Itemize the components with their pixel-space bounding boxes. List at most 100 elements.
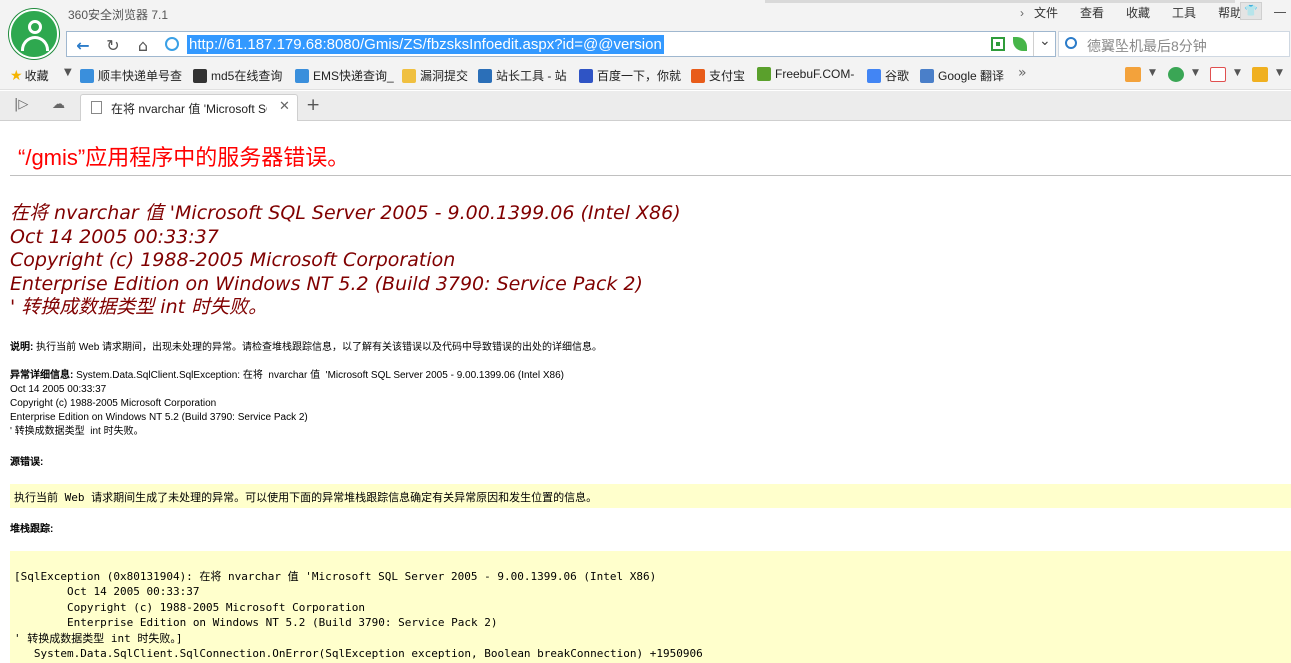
leaf-icon[interactable] [1013,37,1027,51]
source-error-label: 源错误: [10,457,44,468]
bookmark-item[interactable]: FreebuF.COM- [757,67,854,81]
bookmark-label: 支付宝 [709,69,746,83]
bookmark-item[interactable]: 支付宝 [691,67,745,84]
sidebar-toggle-icon[interactable]: |▷ [14,97,28,112]
shield-icon [691,68,705,83]
stack-trace-heading: 堆栈跟踪: [10,523,53,537]
stack-trace-text: [SqlException (0x80131904): 在将 nvarchar … [14,570,703,661]
star-icon: ★ [10,67,23,83]
favorites-label: 收藏 [24,69,49,83]
logo-head [28,20,42,34]
more-bookmarks-icon[interactable]: » [1018,65,1027,81]
globe-icon [165,37,179,51]
bookmark-label: EMS快递查询_ [313,69,394,83]
divider [10,175,1291,176]
description-section: 说明: 执行当前 Web 请求期间，出现未处理的异常。请检查堆栈跟踪信息，以了解… [10,341,602,355]
source-error-heading: 源错误: [10,456,43,470]
home-icon[interactable]: ⌂ [129,35,157,57]
tab-active[interactable]: 在将 nvarchar 值 'Microsoft SQL Server 2005… [80,94,298,121]
menu-item-favorites[interactable]: 收藏 [1126,4,1150,21]
screenshot-dropdown-icon[interactable]: ▼ [1276,68,1283,78]
stack-trace-label: 堆栈跟踪: [10,524,54,535]
navigation-bar: ← ↻ ⌂ http://61.187.179.68:8080/Gmis/ZS/… [0,28,1291,60]
source-error-box: 执行当前 Web 请求期间生成了未处理的异常。可以使用下面的异常堆栈跟踪信息确定… [10,484,1291,508]
page-title: “/gmis”应用程序中的服务器错误。 [18,145,350,170]
apps-icon[interactable] [1125,67,1141,82]
bookmarks-bar: ★ 收藏 ▼ 顺丰快递单号查 md5在线查询 EMS快递查询_ 漏洞提交 站长工… [0,60,1291,90]
menu-item-tools[interactable]: 工具 [1172,4,1196,21]
address-bar[interactable]: ← ↻ ⌂ http://61.187.179.68:8080/Gmis/ZS/… [66,31,1056,57]
chart-icon [478,68,492,83]
search-input[interactable]: 德翼坠机最后8分钟 [1087,36,1207,56]
page-content: “/gmis”应用程序中的服务器错误。 在将 nvarchar 值 'Micro… [0,122,1291,663]
bookmark-item[interactable]: md5在线查询 [193,67,282,84]
grid-icon [193,68,207,83]
bookmark-label: 谷歌 [885,69,910,83]
menu-bar: › 文件 查看 收藏 工具 帮助 [1020,4,1264,21]
bookmark-label: Google 翻译 [938,69,1005,83]
bookmark-label: 顺丰快递单号查 [98,69,183,83]
skin-icon[interactable]: 👕 [1240,2,1262,20]
document-icon [91,101,102,114]
back-icon[interactable]: ← [69,35,97,57]
reload-icon[interactable]: ↻ [99,35,127,57]
description-text: 执行当前 Web 请求期间，出现未处理的异常。请检查堆栈跟踪信息，以了解有关该错… [33,342,603,353]
exception-details: 异常详细信息: System.Data.SqlClient.SqlExcepti… [10,369,564,439]
chevron-down-icon[interactable]: ⌄ [1039,33,1051,49]
bookmark-item[interactable]: EMS快递查询_ [295,67,394,84]
baidu-paw-icon [579,68,593,83]
ie-icon [295,68,309,83]
translate-icon [920,68,934,83]
ie-icon [80,68,94,83]
bookmark-item[interactable]: 漏洞提交 [402,67,468,84]
bookmark-item[interactable]: Google 翻译 [920,67,1004,84]
apps-dropdown-icon[interactable]: ▼ [1149,68,1156,78]
google-icon [867,68,881,83]
screenshot-icon[interactable] [1252,67,1268,82]
title-bar: 360安全浏览器 7.1 › 文件 查看 收藏 工具 帮助 👕 [0,0,1291,28]
tab-label: 在将 nvarchar 值 'Microsoft SQL Server 2005 [111,102,267,116]
bookmark-label: md5在线查询 [211,69,283,83]
menu-item-view[interactable]: 查看 [1080,4,1104,21]
bookmark-label: 漏洞提交 [420,69,469,83]
app-title: 360安全浏览器 7.1 [68,8,169,22]
browser-window: 360安全浏览器 7.1 › 文件 查看 收藏 工具 帮助 👕 ← ↻ ⌂ ht… [0,0,1291,663]
logo-shoulders [21,36,49,51]
error-message: 在将 nvarchar 值 'Microsoft SQL Server 2005… [10,202,681,318]
stack-trace-box: [SqlException (0x80131904): 在将 nvarchar … [10,551,1291,663]
chevron-right-icon[interactable]: › [1020,6,1024,20]
bookmark-item[interactable]: 顺丰快递单号查 [80,67,182,84]
translate-dropdown-icon[interactable]: ▼ [1234,68,1241,78]
search-box[interactable]: 德翼坠机最后8分钟 [1058,31,1290,57]
bookmark-label: 站长工具 - 站 [496,69,567,83]
security-dropdown-icon[interactable]: ▼ [1192,68,1199,78]
favorites-button[interactable]: ★ 收藏 [10,67,49,84]
bookmark-item[interactable]: 站长工具 - 站 [478,67,567,84]
freebuf-icon [757,67,771,81]
bookmark-item[interactable]: 百度一下，你就 [579,67,681,84]
bookmark-label: 百度一下，你就 [597,69,682,83]
exception-label: 异常详细信息: [10,370,74,381]
bookmark-item[interactable]: 谷歌 [867,67,909,84]
search-icon[interactable] [1065,37,1077,49]
folder-icon [402,68,416,83]
browser-logo-icon[interactable] [9,9,59,59]
translate-tool-icon[interactable] [1210,67,1226,82]
menu-item-file[interactable]: 文件 [1034,4,1058,21]
menu-item-help[interactable]: 帮助 [1218,4,1242,21]
source-error-text: 执行当前 Web 请求期间生成了未处理的异常。可以使用下面的异常堆栈跟踪信息确定… [14,491,598,504]
exception-text: System.Data.SqlClient.SqlException: 在将 n… [10,370,564,437]
qr-code-icon[interactable] [991,37,1005,51]
description-label: 说明: [10,342,34,353]
cloud-icon[interactable]: ☁ [52,97,65,112]
title-bar-accent [765,0,1235,3]
address-divider [1033,32,1034,56]
bookmark-label: FreebuF.COM- [775,67,855,81]
favorites-dropdown-icon[interactable]: ▼ [64,67,72,78]
security-guard-icon[interactable] [1168,67,1184,82]
new-tab-button[interactable]: + [306,95,320,115]
close-tab-icon[interactable]: ✕ [279,99,290,114]
tab-bar: |▷ ☁ 在将 nvarchar 值 'Microsoft SQL Server… [0,91,1291,121]
url-input[interactable]: http://61.187.179.68:8080/Gmis/ZS/fbzsks… [187,35,664,54]
minimize-button[interactable] [1268,2,1290,20]
